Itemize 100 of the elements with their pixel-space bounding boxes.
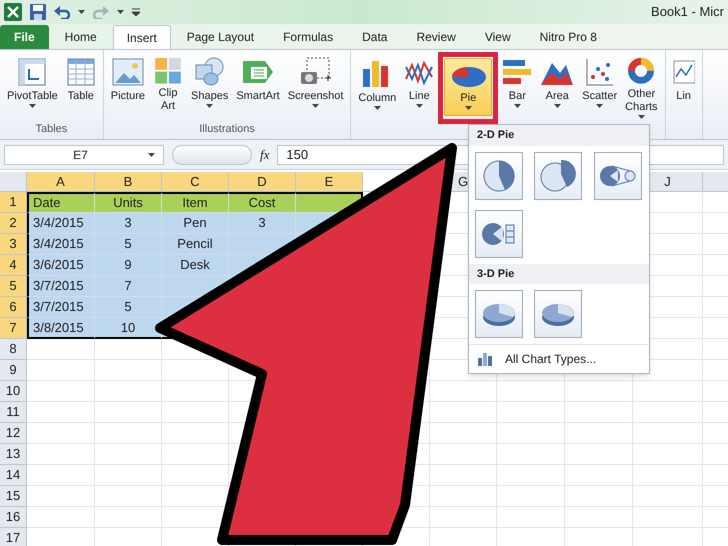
- table-cell: [565, 486, 633, 507]
- ribbon-button[interactable]: Area: [536, 54, 578, 120]
- file-tab[interactable]: File: [0, 25, 49, 49]
- ribbon-tab[interactable]: Formulas: [270, 25, 346, 49]
- scatter-chart-icon: [584, 57, 615, 87]
- ribbon-button[interactable]: SmartArt: [232, 54, 284, 120]
- table-cell: [633, 486, 703, 507]
- ribbon-button[interactable]: Pie: [444, 58, 492, 116]
- row-header[interactable]: 4: [0, 255, 27, 276]
- column-header[interactable]: A: [27, 172, 95, 192]
- pie-type-option[interactable]: [475, 290, 523, 338]
- window-title: Book1 - Micr: [651, 3, 724, 22]
- table-cell: [430, 465, 497, 486]
- function-label[interactable]: fx: [260, 144, 270, 164]
- table-cell: [95, 339, 162, 360]
- table-cell: [633, 507, 703, 528]
- ribbon-tab[interactable]: Review: [403, 25, 469, 49]
- table-cell: [95, 423, 162, 444]
- ribbon-tab[interactable]: Home: [52, 25, 110, 49]
- table-icon: [66, 57, 96, 87]
- ribbon-tab[interactable]: Page Layout: [174, 25, 268, 49]
- bar-chart-icon: [477, 352, 493, 366]
- table-cell: 3/7/2015: [27, 297, 95, 318]
- table-cell: [565, 465, 633, 486]
- save-icon[interactable]: [30, 4, 46, 20]
- table-cell: [497, 465, 565, 486]
- row-header[interactable]: 3: [0, 234, 27, 255]
- group-label: Tables: [34, 122, 68, 136]
- table-cell: [633, 444, 703, 465]
- ribbon-button[interactable]: Lin: [668, 54, 699, 120]
- table-cell: Units: [95, 192, 162, 213]
- row-header[interactable]: 16: [0, 507, 27, 528]
- table-cell: [497, 486, 565, 507]
- ribbon-button[interactable]: Line: [400, 54, 438, 120]
- table-cell: Date: [27, 192, 95, 213]
- table-cell: [497, 444, 565, 465]
- row-header[interactable]: 8: [0, 339, 27, 360]
- row-header[interactable]: 1: [0, 192, 27, 213]
- ribbon-tab[interactable]: Data: [349, 25, 400, 49]
- table-cell: [27, 465, 95, 486]
- customize-toolbar-icon[interactable]: [132, 8, 140, 16]
- table-cell: [565, 507, 633, 528]
- row-header[interactable]: 2: [0, 213, 27, 234]
- row-header[interactable]: 13: [0, 444, 27, 465]
- caret-icon: [312, 104, 320, 108]
- all-chart-types-item[interactable]: All Chart Types...: [469, 344, 649, 373]
- row-header[interactable]: 9: [0, 360, 27, 381]
- row-header[interactable]: 5: [0, 276, 27, 297]
- table-cell: [27, 402, 95, 423]
- row-header[interactable]: 10: [0, 381, 27, 402]
- name-box[interactable]: E7: [4, 144, 164, 164]
- row-header[interactable]: 6: [0, 297, 27, 318]
- table-cell: [497, 402, 565, 423]
- menu-section-title: 2-D Pie: [469, 125, 649, 146]
- table-cell: [430, 507, 497, 528]
- table-cell: 5: [95, 297, 162, 318]
- pivot-table-icon: [17, 57, 48, 87]
- row-header[interactable]: 12: [0, 423, 27, 444]
- column-header[interactable]: C: [162, 172, 229, 192]
- ribbon-button[interactable]: Scatter: [578, 54, 622, 120]
- row-header[interactable]: 15: [0, 486, 27, 507]
- pie-type-option[interactable]: [534, 152, 582, 200]
- ribbon-button[interactable]: Clip Art: [149, 54, 188, 120]
- column-header[interactable]: E: [296, 172, 363, 192]
- table-cell: [633, 423, 703, 444]
- pie-type-option[interactable]: [475, 210, 523, 258]
- table-cell: Pen: [162, 213, 229, 234]
- ribbon-button[interactable]: Picture: [106, 54, 150, 120]
- column-header[interactable]: B: [95, 172, 162, 192]
- pie-type-option[interactable]: [534, 290, 582, 338]
- caret-icon: [638, 114, 645, 119]
- row-header[interactable]: 7: [0, 318, 27, 339]
- column-header[interactable]: D: [229, 172, 296, 192]
- table-cell: [27, 486, 95, 507]
- table-cell: [565, 381, 633, 402]
- table-cell: 10: [95, 318, 162, 339]
- ribbon-button[interactable]: Screenshot: [284, 54, 348, 120]
- ribbon-button[interactable]: Shapes: [187, 54, 232, 120]
- pie-type-option[interactable]: [594, 152, 642, 200]
- caret-icon: [374, 106, 381, 110]
- ribbon-button[interactable]: Column: [354, 54, 400, 120]
- ribbon-tab[interactable]: View: [472, 25, 524, 49]
- group-label: Illustrations: [198, 122, 256, 136]
- pie-type-option[interactable]: [475, 152, 523, 200]
- table-cell: [633, 465, 703, 486]
- undo-icon[interactable]: [54, 5, 70, 19]
- table-cell: 3: [95, 213, 162, 234]
- caret-icon: [596, 104, 604, 108]
- ribbon-button[interactable]: PivotTable: [3, 54, 62, 120]
- row-header[interactable]: 14: [0, 465, 27, 486]
- ribbon-button[interactable]: Table: [62, 54, 100, 120]
- ribbon-tab[interactable]: Insert: [112, 25, 171, 49]
- ribbon-button[interactable]: Other Charts: [621, 54, 662, 120]
- ribbon-button[interactable]: Bar: [498, 54, 536, 120]
- table-cell: [430, 402, 497, 423]
- ribbon-tab[interactable]: Nitro Pro 8: [526, 25, 610, 49]
- row-header[interactable]: 11: [0, 402, 27, 423]
- table-cell: Item: [162, 192, 229, 213]
- table-cell: 3/7/2015: [27, 276, 95, 297]
- row-header[interactable]: 17: [0, 528, 27, 546]
